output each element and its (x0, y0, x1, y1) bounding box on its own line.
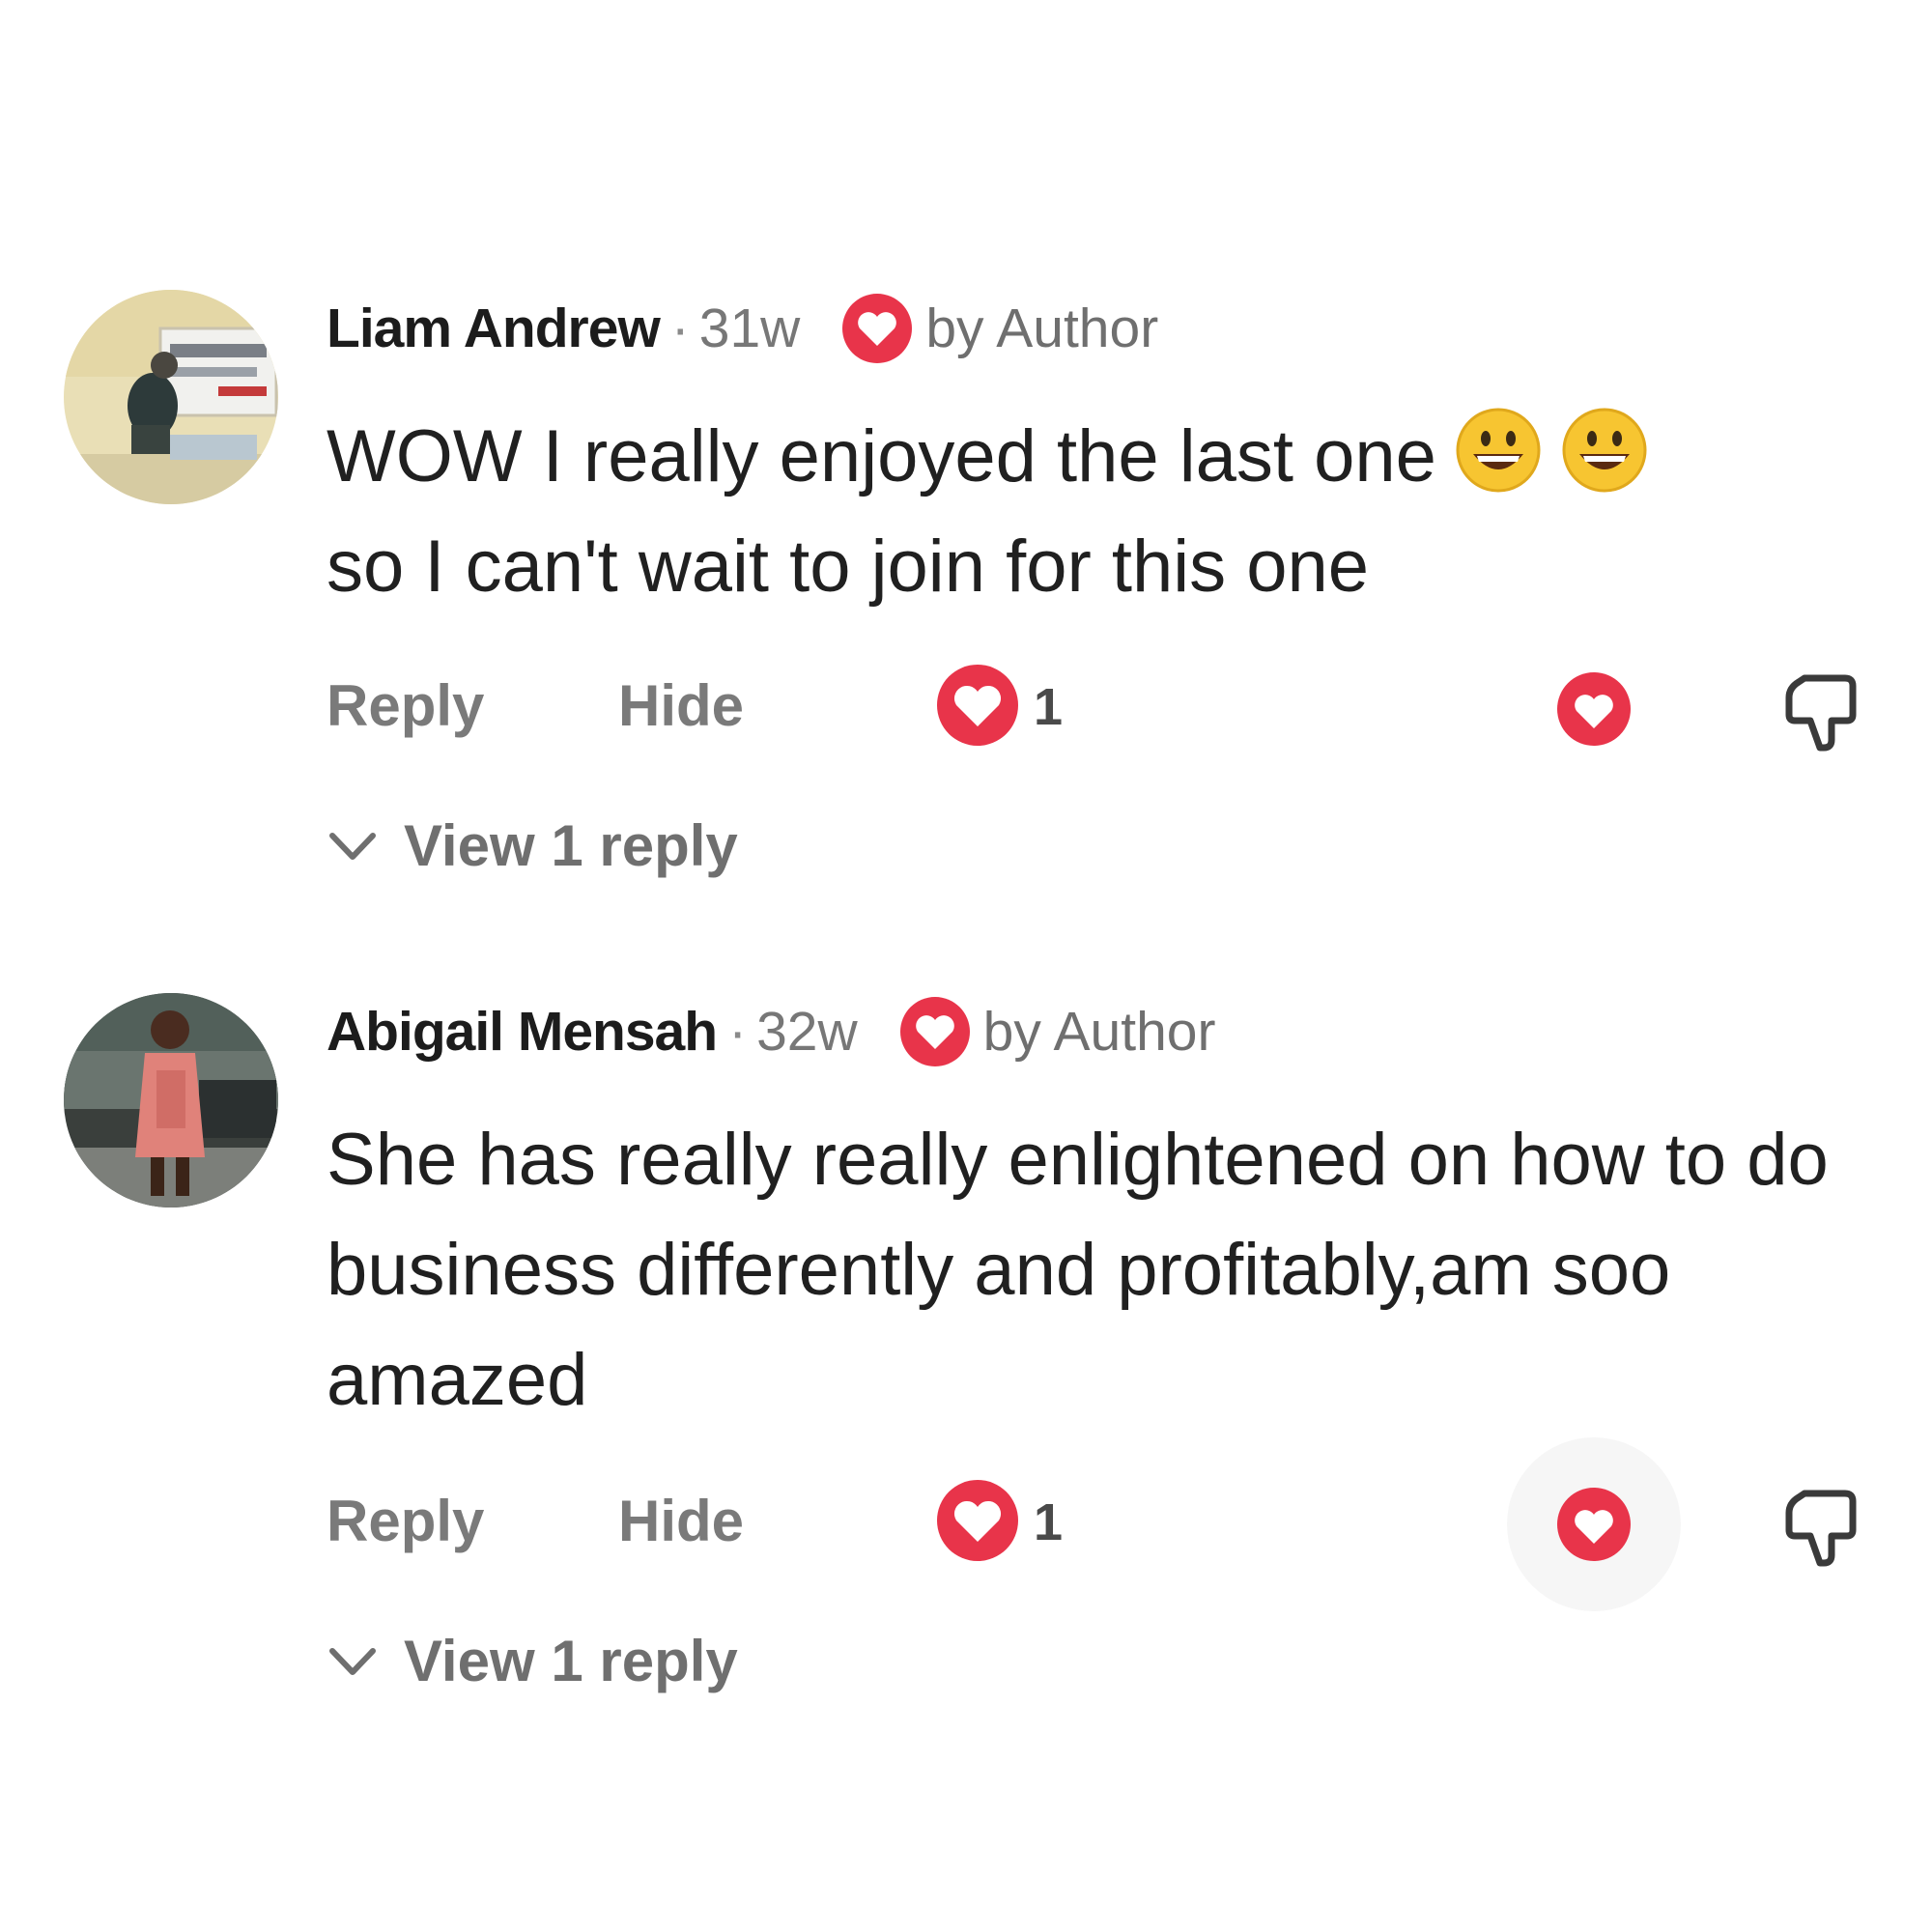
chevron-down-icon (329, 1648, 376, 1675)
avatar[interactable] (64, 290, 278, 504)
comment-time: 31w (698, 298, 801, 359)
hide-button[interactable]: Hide (618, 1478, 744, 1565)
chevron-down-icon (329, 833, 376, 860)
like-count: 1 (1034, 678, 1064, 736)
grinning-face-emoji (1560, 406, 1649, 495)
hide-button[interactable]: Hide (618, 663, 744, 750)
author-liked-label: by Author (925, 298, 1159, 359)
view-replies-label: View 1 reply (404, 812, 738, 878)
reply-button[interactable]: Reply (327, 1478, 484, 1565)
heart-icon (896, 993, 974, 1070)
comment-text: She has really really enlightened on how… (327, 1119, 1829, 1421)
heart-icon (838, 290, 916, 367)
view-replies-label: View 1 reply (404, 1628, 738, 1693)
love-icon[interactable] (1546, 661, 1642, 757)
reply-button[interactable]: Reply (327, 663, 484, 750)
dislike-icon[interactable] (1776, 1480, 1872, 1577)
comment-actions: Reply Hide 1 (327, 1437, 1872, 1611)
grinning-face-emoji (1454, 406, 1543, 495)
comment-actions: Reply Hide 1 (327, 661, 1872, 752)
comment-time: 32w (756, 1001, 858, 1063)
meta-separator: · (728, 1001, 748, 1063)
comment-header: Liam Andrew · 31w by Author (327, 290, 1158, 367)
comment-text: WOW I really enjoyed the last one so I c… (327, 402, 1911, 622)
comment-text-line: so I can't wait to join for this one (327, 526, 1370, 608)
heart-icon (933, 1476, 1022, 1565)
heart-icon (933, 661, 1022, 750)
comment-header: Abigail Mensah · 32w by Author (327, 993, 1215, 1070)
author-name[interactable]: Liam Andrew (327, 297, 661, 360)
avatar[interactable] (64, 993, 278, 1208)
comment-text-line: WOW I really enjoyed the last one (327, 415, 1436, 497)
author-liked-label: by Author (982, 1001, 1216, 1063)
meta-separator: · (670, 298, 690, 359)
view-replies-button[interactable]: View 1 reply (327, 1617, 738, 1704)
dislike-icon[interactable] (1776, 665, 1872, 761)
author-name[interactable]: Abigail Mensah (327, 1000, 718, 1064)
like-count: 1 (1034, 1493, 1064, 1551)
view-replies-button[interactable]: View 1 reply (327, 802, 738, 889)
love-icon[interactable] (1507, 1437, 1681, 1611)
